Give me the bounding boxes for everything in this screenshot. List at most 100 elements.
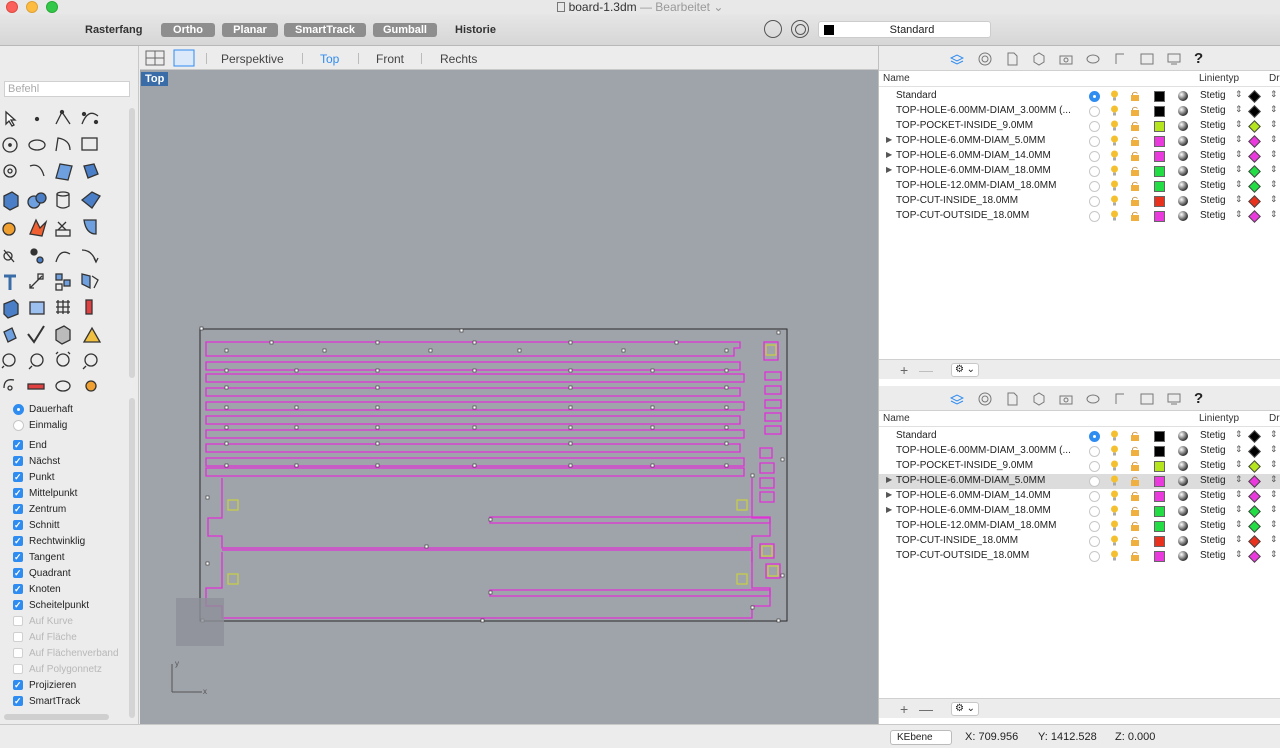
check-icon[interactable] <box>27 325 45 344</box>
split-icon[interactable] <box>55 221 71 237</box>
join-icon[interactable] <box>30 248 44 264</box>
osnap-checkbox[interactable] <box>13 486 23 500</box>
help-icon[interactable]: ? <box>1194 390 1208 407</box>
osnap-checkbox[interactable] <box>13 598 23 612</box>
print-color-swatch[interactable] <box>1248 120 1261 133</box>
layer-color-swatch[interactable] <box>1154 121 1165 132</box>
material-icon[interactable] <box>1178 446 1188 456</box>
layer-name[interactable]: Standard <box>896 90 1083 101</box>
command-input[interactable]: Befehl <box>4 81 130 97</box>
select-arrow-icon[interactable] <box>5 110 17 127</box>
osnap-item[interactable]: Knoten <box>13 582 133 598</box>
chevron-updown-icon[interactable]: ⇕ <box>1270 179 1278 190</box>
layer-row[interactable]: ▶ TOP-HOLE-6.0MM-DIAM_5.0MM Stetig ⇕ ⇕ <box>879 474 1280 489</box>
dimension-icon[interactable] <box>29 273 44 289</box>
material-icon[interactable] <box>1178 521 1188 531</box>
linetype-value[interactable]: Stetig <box>1200 490 1226 501</box>
chevron-updown-icon[interactable]: ⇕ <box>1235 444 1243 455</box>
current-layer-radio[interactable] <box>1089 446 1100 457</box>
linetype-value[interactable]: Stetig <box>1200 105 1226 116</box>
current-layer-radio[interactable] <box>1089 431 1100 442</box>
extrude-icon[interactable] <box>83 163 99 179</box>
layer-name[interactable]: TOP-HOLE-6.0MM-DIAM_14.0MM <box>896 490 1083 501</box>
layer-name[interactable]: TOP-CUT-OUTSIDE_18.0MM <box>896 210 1083 221</box>
cplane-select[interactable]: KEbene <box>890 730 952 745</box>
layer-row[interactable]: ▶ TOP-HOLE-6.0MM-DIAM_18.0MM Stetig ⇕ ⇕ <box>879 164 1280 179</box>
layer-color-swatch[interactable] <box>1154 476 1165 487</box>
layer-row[interactable]: Standard Stetig ⇕ ⇕ <box>879 429 1280 444</box>
current-layer-radio[interactable] <box>1089 106 1100 117</box>
car-icon[interactable] <box>27 383 45 390</box>
material-icon[interactable] <box>1178 196 1188 206</box>
layer-row[interactable]: ▶ TOP-HOLE-6.0MM-DIAM_18.0MM Stetig ⇕ ⇕ <box>879 504 1280 519</box>
monitor-tab-icon[interactable] <box>1167 392 1181 406</box>
left-horizontal-scrollbar[interactable] <box>4 714 109 720</box>
chevron-updown-icon[interactable]: ⇕ <box>1235 549 1243 560</box>
bulb-icon[interactable] <box>1110 430 1119 441</box>
print-color-swatch[interactable] <box>1248 150 1261 163</box>
current-layer-select[interactable]: Standard <box>818 21 991 38</box>
osnap-checkbox[interactable] <box>13 664 23 674</box>
osnap-checkbox[interactable] <box>13 566 23 580</box>
print-color-swatch[interactable] <box>1248 210 1261 223</box>
print-color-swatch[interactable] <box>1248 165 1261 178</box>
rasterfang-toggle[interactable]: Rasterfang <box>85 24 142 36</box>
print-color-swatch[interactable] <box>1248 135 1261 148</box>
help-topics-tab-icon[interactable] <box>1113 52 1127 66</box>
layer-row[interactable]: TOP-HOLE-12.0MM-DIAM_18.0MM Stetig ⇕ ⇕ <box>879 519 1280 534</box>
document-tab-icon[interactable] <box>1005 52 1019 66</box>
layer-name[interactable]: TOP-CUT-OUTSIDE_18.0MM <box>896 550 1083 561</box>
linetype-value[interactable]: Stetig <box>1200 120 1226 131</box>
bulb-icon[interactable] <box>1110 535 1119 546</box>
bulb-icon[interactable] <box>1110 120 1119 131</box>
lock-icon[interactable] <box>1130 196 1140 206</box>
bulb-icon[interactable] <box>1110 520 1119 531</box>
polygon-icon[interactable] <box>3 164 17 178</box>
board-outline[interactable] <box>199 328 788 622</box>
object-tab-icon[interactable] <box>1032 392 1046 406</box>
material-icon[interactable] <box>1178 106 1188 116</box>
osnap-checkbox[interactable] <box>13 632 23 642</box>
bulb-icon[interactable] <box>1110 165 1119 176</box>
planar-toggle[interactable]: Planar <box>222 23 278 37</box>
chevron-updown-icon[interactable]: ⇕ <box>1235 459 1243 470</box>
lock-icon[interactable] <box>1130 461 1140 471</box>
osnap-mode-permanent[interactable]: Dauerhaft <box>13 402 133 418</box>
layer-options-gear-icon[interactable]: ⚙ ⌄ <box>951 363 979 377</box>
layer-color-swatch[interactable] <box>1154 446 1165 457</box>
point-icon[interactable] <box>34 116 40 122</box>
close-window-button[interactable] <box>6 1 18 13</box>
render-icon[interactable] <box>85 299 93 315</box>
cylinder-icon[interactable] <box>56 191 70 209</box>
layer-name[interactable]: TOP-HOLE-6.00MM-DIAM_3.00MM (... <box>896 445 1083 456</box>
arc-icon[interactable] <box>55 137 71 152</box>
zoom-window-icon[interactable] <box>28 353 44 370</box>
osnap-checkbox[interactable] <box>13 694 23 708</box>
layer-name[interactable]: TOP-POCKET-INSIDE_9.0MM <box>896 120 1083 131</box>
cad-drawing[interactable]: y x <box>140 70 878 724</box>
grid-array-icon[interactable] <box>29 301 45 315</box>
lock-icon[interactable] <box>1130 91 1140 101</box>
print-color-swatch[interactable] <box>1248 105 1261 118</box>
bulb-icon[interactable] <box>1110 135 1119 146</box>
layer-name[interactable]: TOP-HOLE-12.0MM-DIAM_18.0MM <box>896 520 1083 531</box>
osnap-checkbox[interactable] <box>13 502 23 516</box>
layer-name[interactable]: Standard <box>896 430 1083 441</box>
layer-color-swatch[interactable] <box>1154 196 1165 207</box>
chevron-updown-icon[interactable]: ⇕ <box>1270 149 1278 160</box>
minimize-window-button[interactable] <box>26 1 38 13</box>
lock-icon[interactable] <box>1130 476 1140 486</box>
tab-front[interactable]: Front <box>376 52 404 66</box>
expand-arrow-icon[interactable]: ▶ <box>886 135 892 144</box>
linetype-value[interactable]: Stetig <box>1200 520 1226 531</box>
current-layer-radio[interactable] <box>1089 166 1100 177</box>
osnap-checkbox[interactable] <box>13 438 23 452</box>
mesh-icon[interactable] <box>56 300 70 314</box>
linetype-value[interactable]: Stetig <box>1200 475 1226 486</box>
help-topics-tab-icon[interactable] <box>1113 392 1127 406</box>
lock-icon[interactable] <box>1130 211 1140 221</box>
gumball-toggle[interactable]: Gumball <box>373 23 437 37</box>
historie-toggle[interactable]: Historie <box>455 24 496 36</box>
material-icon[interactable] <box>1178 136 1188 146</box>
layout-tab-icon[interactable] <box>1140 52 1154 66</box>
